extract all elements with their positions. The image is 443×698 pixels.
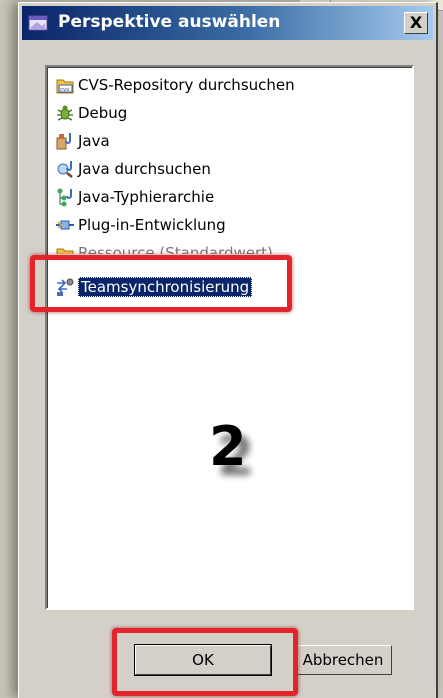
perspective-icon: [28, 15, 48, 31]
type-hierarchy-icon: [57, 188, 72, 207]
cvs-repository-icon: cvs: [56, 79, 74, 94]
dialog-title: Perspektive auswählen: [58, 12, 281, 32]
list-item-label: Ressource (Standardwert): [78, 244, 273, 254]
list-item-label: Java-Typhierarchie: [78, 188, 215, 206]
plugin-icon: [56, 220, 74, 230]
resource-folder-icon: [56, 248, 74, 254]
list-item-type-hierarchy[interactable]: Java-Typhierarchie: [55, 186, 214, 208]
selection-highlight-frame: [30, 255, 292, 312]
debug-bug-icon: [57, 105, 73, 121]
title-bar[interactable]: Perspektive auswählen X: [22, 6, 433, 40]
list-item-java[interactable]: Java: [55, 130, 110, 152]
list-item-java-browse[interactable]: Java durchsuchen: [55, 158, 211, 180]
java-perspective-icon: [56, 133, 71, 150]
list-item-label: Debug: [78, 104, 128, 122]
close-button[interactable]: X: [404, 12, 428, 34]
list-item-label: Plug-in-Entwicklung: [78, 216, 226, 234]
java-browse-icon: [57, 161, 73, 178]
list-item-label: Java: [78, 132, 110, 150]
list-item-cvs-repository[interactable]: cvs CVS-Repository durchsuchen: [55, 74, 295, 96]
list-item-debug[interactable]: Debug: [55, 102, 127, 124]
list-item-label: Java durchsuchen: [78, 160, 211, 178]
cancel-button[interactable]: Abbrechen: [294, 645, 392, 675]
list-item-label: CVS-Repository durchsuchen: [78, 76, 295, 94]
perspective-dialog: Perspektive auswählen X cvs CVS-Reposito…: [18, 2, 438, 698]
step-number-annotation: 2: [209, 415, 247, 478]
svg-text:cvs: cvs: [60, 87, 69, 93]
perspective-list[interactable]: cvs CVS-Repository durchsuchen Debug Jav…: [45, 65, 414, 610]
list-item-resource[interactable]: Ressource (Standardwert): [55, 244, 273, 254]
ok-highlight-frame: [112, 628, 298, 696]
list-item-plugin-development[interactable]: Plug-in-Entwicklung: [55, 214, 226, 236]
